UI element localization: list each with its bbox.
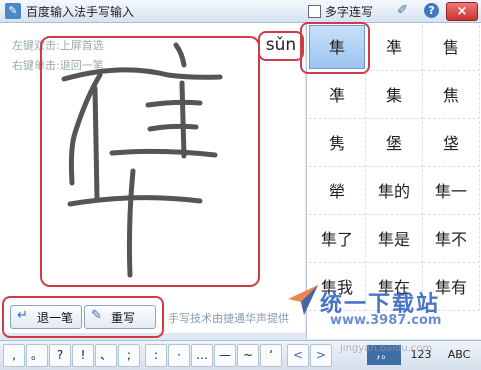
candidate-item[interactable]: 凖 xyxy=(309,73,366,119)
rewrite-label: 重写 xyxy=(111,311,136,325)
canvas-highlight-frame xyxy=(40,36,260,287)
watermark-logo-icon xyxy=(288,285,318,315)
buttons-highlight-frame: ↵ 退一笔 ✎ 重写 xyxy=(2,296,164,338)
return-arrow-icon: ↵ xyxy=(17,308,28,323)
pinyin-box: sǔn xyxy=(258,31,304,61)
punctuation-key[interactable]: — xyxy=(214,344,236,367)
multi-char-label[interactable]: 多字连写 xyxy=(325,3,373,20)
undo-stroke-button[interactable]: ↵ 退一笔 xyxy=(10,305,82,329)
punctuation-key[interactable]: ‘ xyxy=(260,344,282,367)
pinyin-text: sǔn xyxy=(265,35,297,55)
title-bar: ✎ 百度输入法手写输入 多字连写 ✐ ? × xyxy=(0,0,481,23)
candidate-item[interactable]: 犖 xyxy=(309,169,366,215)
candidate-item[interactable]: 隼了 xyxy=(309,217,366,263)
eraser-icon: ✎ xyxy=(91,308,102,323)
candidate-item[interactable]: 售 xyxy=(423,25,480,71)
punctuation-key[interactable]: … xyxy=(191,344,213,367)
help-icon[interactable]: ? xyxy=(424,3,439,18)
credit-text: 手写技术由捷通华声提供 xyxy=(168,312,289,325)
punctuation-key[interactable]: ~ xyxy=(237,344,259,367)
candidate-item[interactable]: 焦 xyxy=(423,73,480,119)
candidate-highlight-frame xyxy=(300,22,370,74)
page-prev-button[interactable]: < xyxy=(287,344,309,367)
undo-stroke-label: 退一笔 xyxy=(37,311,74,325)
punctuation-key[interactable]: 。 xyxy=(26,344,48,367)
candidate-item[interactable]: 隼不 xyxy=(423,217,480,263)
multi-char-checkbox[interactable] xyxy=(308,5,321,18)
watermark-url: www.3987.com xyxy=(330,313,442,328)
watermark-url-secondary: jingyan.baidu.com xyxy=(340,343,433,354)
candidate-item[interactable]: 堡 xyxy=(366,121,423,167)
window-title: 百度输入法手写输入 xyxy=(26,5,135,19)
close-button[interactable]: × xyxy=(446,2,478,21)
pin-icon[interactable]: ✐ xyxy=(397,3,408,18)
rewrite-button[interactable]: ✎ 重写 xyxy=(84,305,156,329)
candidate-item[interactable]: 隼是 xyxy=(366,217,423,263)
candidate-item[interactable]: 凖 xyxy=(366,25,423,71)
candidate-item[interactable]: 垡 xyxy=(423,121,480,167)
candidate-item[interactable]: 隼一 xyxy=(423,169,480,215)
page-next-button[interactable]: > xyxy=(310,344,332,367)
app-icon: ✎ xyxy=(5,3,21,19)
candidate-item[interactable]: 隽 xyxy=(309,121,366,167)
candidate-item[interactable]: 集 xyxy=(366,73,423,119)
punctuation-key[interactable]: ; xyxy=(118,344,140,367)
punctuation-key[interactable]: ! xyxy=(72,344,94,367)
punctuation-key[interactable]: , xyxy=(3,344,25,367)
punctuation-key[interactable]: 、 xyxy=(95,344,117,367)
input-mode-tab[interactable]: ABC xyxy=(441,345,477,365)
punctuation-key[interactable]: : xyxy=(145,344,167,367)
punctuation-key[interactable]: · xyxy=(168,344,190,367)
punctuation-key[interactable]: ? xyxy=(49,344,71,367)
candidate-item[interactable]: 隼的 xyxy=(366,169,423,215)
handwriting-pane[interactable]: 左键双击:上屏首选 右键单击:退回一笔 sǔn ↵ 退一笔 ✎ 重写 手写技术由… xyxy=(0,23,305,338)
